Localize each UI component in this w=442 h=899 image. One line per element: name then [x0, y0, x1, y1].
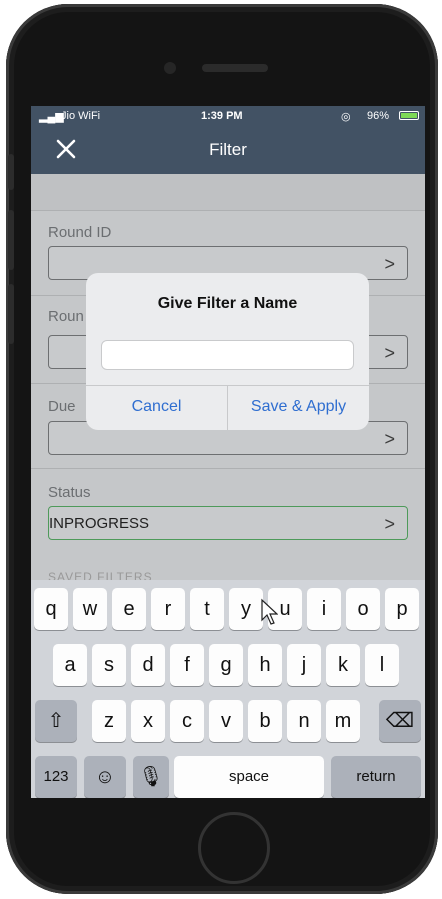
chevron-right-icon: >	[384, 343, 395, 363]
key-n[interactable]: n	[287, 700, 321, 742]
key-m[interactable]: m	[326, 700, 360, 742]
key-h[interactable]: h	[248, 644, 282, 686]
key-t[interactable]: t	[190, 588, 224, 630]
key-y[interactable]: y	[229, 588, 263, 630]
due-label: Due	[48, 398, 76, 415]
key-d[interactable]: d	[131, 644, 165, 686]
name-filter-dialog: Give Filter a Name Cancel Save & Apply	[86, 273, 369, 430]
status-label: Status	[48, 484, 91, 501]
key-p[interactable]: p	[385, 588, 419, 630]
mic-icon: 🎙	[138, 766, 164, 788]
location-icon: ◎	[341, 111, 351, 123]
front-camera	[164, 62, 176, 74]
key-a[interactable]: a	[53, 644, 87, 686]
chevron-right-icon: >	[384, 254, 395, 274]
round-label: Roun	[48, 308, 84, 325]
key-e[interactable]: e	[112, 588, 146, 630]
key-g[interactable]: g	[209, 644, 243, 686]
status-value: INPROGRESS	[49, 515, 150, 532]
chevron-right-icon: >	[384, 514, 395, 534]
key-r[interactable]: r	[151, 588, 185, 630]
dialog-title: Give Filter a Name	[157, 295, 298, 312]
save-apply-button[interactable]: Save & Apply	[228, 398, 369, 416]
mouse-cursor-icon	[261, 598, 278, 625]
key-o[interactable]: o	[346, 588, 380, 630]
key-w[interactable]: w	[73, 588, 107, 630]
app-screen: ▂▄▆ Jio WiFi 1:39 PM ◎ 96% Filter Round …	[31, 106, 425, 798]
round-id-label: Round ID	[48, 224, 112, 241]
space-key[interactable]: space	[174, 756, 324, 798]
key-x[interactable]: x	[131, 700, 165, 742]
emoji-key[interactable]: ☺	[84, 756, 126, 798]
key-k[interactable]: k	[326, 644, 360, 686]
divider	[31, 210, 425, 211]
cancel-button[interactable]: Cancel	[86, 398, 227, 416]
mute-switch	[8, 154, 14, 190]
key-q[interactable]: q	[34, 588, 68, 630]
divider	[31, 468, 425, 469]
volume-down-button	[8, 284, 14, 344]
key-b[interactable]: b	[248, 700, 282, 742]
emoji-icon: ☺	[94, 766, 116, 788]
key-f[interactable]: f	[170, 644, 204, 686]
status-field[interactable]: INPROGRESS >	[48, 506, 408, 540]
backspace-key[interactable]: ⌫	[379, 700, 421, 742]
key-c[interactable]: c	[170, 700, 204, 742]
page-title: Filter	[209, 140, 247, 159]
chevron-right-icon: >	[384, 429, 395, 449]
keyboard: qwertyuiop asdfghjkl zxcvbnm ⇧ ⌫ 123 ☺ 🎙…	[31, 580, 425, 798]
key-v[interactable]: v	[209, 700, 243, 742]
backspace-icon: ⌫	[385, 710, 415, 732]
wifi-signal-icon: ▂▄▆	[39, 111, 64, 123]
shift-key[interactable]: ⇧	[35, 700, 77, 742]
home-button[interactable]	[198, 812, 270, 884]
numbers-key[interactable]: 123	[35, 756, 77, 798]
shift-icon: ⇧	[47, 710, 65, 732]
key-i[interactable]: i	[307, 588, 341, 630]
earpiece-speaker	[202, 64, 268, 72]
battery-icon	[399, 111, 419, 120]
key-j[interactable]: j	[287, 644, 321, 686]
key-z[interactable]: z	[92, 700, 126, 742]
carrier-name: Jio WiFi	[61, 110, 101, 122]
mic-key[interactable]: 🎙	[133, 756, 169, 798]
section-spacer	[31, 174, 425, 210]
return-key[interactable]: return	[331, 756, 421, 798]
clock: 1:39 PM	[201, 110, 243, 122]
key-l[interactable]: l	[365, 644, 399, 686]
volume-up-button	[8, 210, 14, 270]
nav-bar: Filter	[31, 126, 425, 174]
battery-percent: 96%	[367, 110, 390, 122]
filter-name-input[interactable]	[101, 340, 354, 370]
key-s[interactable]: s	[92, 644, 126, 686]
status-bar: ▂▄▆ Jio WiFi 1:39 PM ◎ 96%	[31, 106, 425, 126]
